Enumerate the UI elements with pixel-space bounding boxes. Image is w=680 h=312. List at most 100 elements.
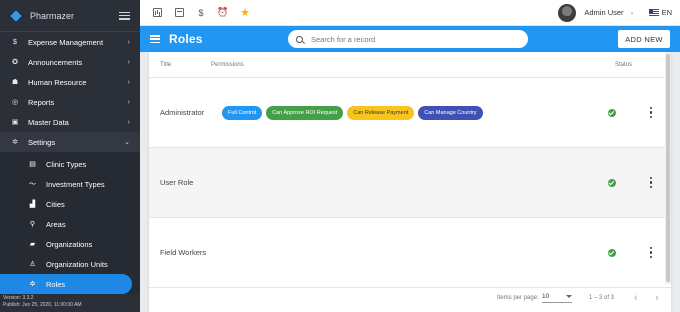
scrollbar[interactable] <box>665 52 671 284</box>
star-icon[interactable]: ★ <box>240 7 250 19</box>
dollar-icon[interactable]: $ <box>196 8 206 18</box>
gear-icon: ✲ <box>29 281 36 288</box>
pin-icon: ⚲ <box>29 221 36 228</box>
roles-table-card: Title Permissions Status Administrator F… <box>149 52 671 312</box>
paginator: Items per page: 10 1 – 3 of 3 ‹ › <box>149 284 671 312</box>
next-page-icon[interactable]: › <box>655 292 659 304</box>
permission-chip: Can Release Payment <box>347 105 415 120</box>
hierarchy-icon: ♙ <box>29 261 36 268</box>
trend-icon: 〜 <box>29 181 36 188</box>
avatar[interactable] <box>558 3 577 22</box>
dollar-icon: $ <box>13 38 17 46</box>
sidebar-item-label: Areas <box>46 219 66 229</box>
status-check-icon <box>608 179 616 187</box>
column-header-status[interactable]: Status <box>615 62 671 68</box>
pharmazer-logo-icon <box>10 10 22 22</box>
sidebar-item-human-resource[interactable]: ☗ Human Resource › <box>0 72 140 92</box>
megaphone-icon: ✪ <box>12 59 18 66</box>
sidebar-menu: $ Expense Management › ✪ Announcements ›… <box>0 32 140 152</box>
more-options-icon[interactable] <box>649 247 653 258</box>
sidebar-item-expense-management[interactable]: $ Expense Management › <box>0 32 140 52</box>
city-icon: ▟ <box>29 201 36 208</box>
sidebar: Pharmazer $ Expense Management › ✪ Annou… <box>0 0 140 312</box>
page-title: Roles <box>169 32 203 46</box>
brand-bar: Pharmazer <box>0 0 140 32</box>
sidebar-item-organization-units[interactable]: ♙ Organization Units <box>0 254 140 274</box>
search-box[interactable] <box>288 30 528 48</box>
sidebar-item-label: Expense Management <box>28 37 104 47</box>
user-name[interactable]: Admin User <box>584 8 623 17</box>
chevron-right-icon: › <box>127 118 130 126</box>
publish-date: Publish: Jun 25, 2020, 11:00:00 AM <box>3 301 82 308</box>
us-flag-icon[interactable] <box>648 9 659 16</box>
sidebar-item-label: Master Data <box>28 117 69 127</box>
sidebar-item-announcements[interactable]: ✪ Announcements › <box>0 52 140 72</box>
sidebar-item-investment-types[interactable]: 〜 Investment Types <box>0 174 140 194</box>
chevron-right-icon: › <box>127 38 130 46</box>
sidebar-item-master-data[interactable]: ▣ Master Data › <box>0 112 140 132</box>
status-check-icon <box>608 109 616 117</box>
more-options-icon[interactable] <box>649 107 653 118</box>
table-row[interactable]: Field Workers <box>149 218 671 288</box>
page-size-value: 10 <box>542 293 550 300</box>
chevron-down-icon[interactable]: ⌄ <box>630 9 635 16</box>
sidebar-item-label: Announcements <box>28 57 83 67</box>
table-row[interactable]: User Role <box>149 148 671 218</box>
database-icon: ▣ <box>11 119 19 126</box>
chevron-right-icon: › <box>127 98 130 106</box>
sidebar-item-roles[interactable]: ✲ Roles <box>0 274 132 294</box>
briefcase-icon: ▰ <box>29 241 36 248</box>
page-range: 1 – 3 of 3 <box>589 295 615 301</box>
sidebar-item-clinic-types[interactable]: ▤ Clinic Types <box>0 154 140 174</box>
previous-page-icon[interactable]: ‹ <box>634 292 638 304</box>
column-header-permissions[interactable]: Permissions <box>211 62 615 68</box>
sidebar-item-label: Organization Units <box>46 259 108 269</box>
more-options-icon[interactable] <box>649 177 653 188</box>
gear-icon: ✲ <box>12 139 18 146</box>
settings-submenu: ▤ Clinic Types 〜 Investment Types ▟ Citi… <box>0 152 140 294</box>
chevron-right-icon: › <box>127 58 130 66</box>
sidebar-item-settings[interactable]: ✲ Settings ⌄ <box>0 132 140 152</box>
page-header: Roles ADD NEW <box>140 26 680 52</box>
reports-icon: ◎ <box>11 99 19 106</box>
chart-icon[interactable] <box>152 8 162 18</box>
sidebar-item-label: Reports <box>28 97 55 107</box>
sidebar-item-reports[interactable]: ◎ Reports › <box>0 92 140 112</box>
permission-chip: Can Manage Country <box>418 105 483 120</box>
permission-chips: Full Control Can Approve ROI Request Can… <box>222 105 671 120</box>
sidebar-item-label: Clinic Types <box>46 159 87 169</box>
sidebar-item-areas[interactable]: ⚲ Areas <box>0 214 140 234</box>
chevron-right-icon: › <box>127 78 130 86</box>
clinic-icon: ▤ <box>29 161 36 168</box>
page-size-select[interactable]: 10 <box>542 293 572 303</box>
column-header-title[interactable]: Title <box>149 62 211 68</box>
search-icon <box>296 35 303 43</box>
sidebar-item-label: Organizations <box>46 239 93 249</box>
calendar-icon[interactable] <box>174 8 184 18</box>
status-check-icon <box>608 249 616 257</box>
people-icon: ☗ <box>11 79 19 86</box>
sidebar-item-label: Investment Types <box>46 179 105 189</box>
search-input[interactable] <box>311 34 511 44</box>
table-row[interactable]: Administrator Full Control Can Approve R… <box>149 78 671 148</box>
sidebar-item-organizations[interactable]: ▰ Organizations <box>0 234 140 254</box>
table-header: Title Permissions Status <box>149 52 671 78</box>
sidebar-item-cities[interactable]: ▟ Cities <box>0 194 140 214</box>
sidebar-toggle-icon[interactable] <box>119 11 130 20</box>
sidebar-item-label: Settings <box>28 137 56 147</box>
permission-chip: Full Control <box>222 105 263 120</box>
sidebar-item-label: Roles <box>46 279 66 289</box>
menu-icon[interactable] <box>150 35 160 43</box>
role-title: User Role <box>160 178 194 187</box>
add-new-button[interactable]: ADD NEW <box>618 30 670 48</box>
alarm-icon[interactable]: ⏰ <box>217 7 228 18</box>
chevron-down-icon: ⌄ <box>124 139 130 146</box>
version-info: Version: 3.3.2 Publish: Jun 25, 2020, 11… <box>0 295 82 308</box>
sidebar-item-label: Human Resource <box>28 77 87 87</box>
items-per-page-label: Items per page: <box>497 295 539 301</box>
caret-down-icon <box>566 295 572 298</box>
language-selector[interactable]: EN <box>662 8 672 17</box>
permission-chip: Can Approve ROI Request <box>266 105 344 120</box>
app-name: Pharmazer <box>30 10 75 21</box>
role-title: Administrator <box>160 108 205 117</box>
